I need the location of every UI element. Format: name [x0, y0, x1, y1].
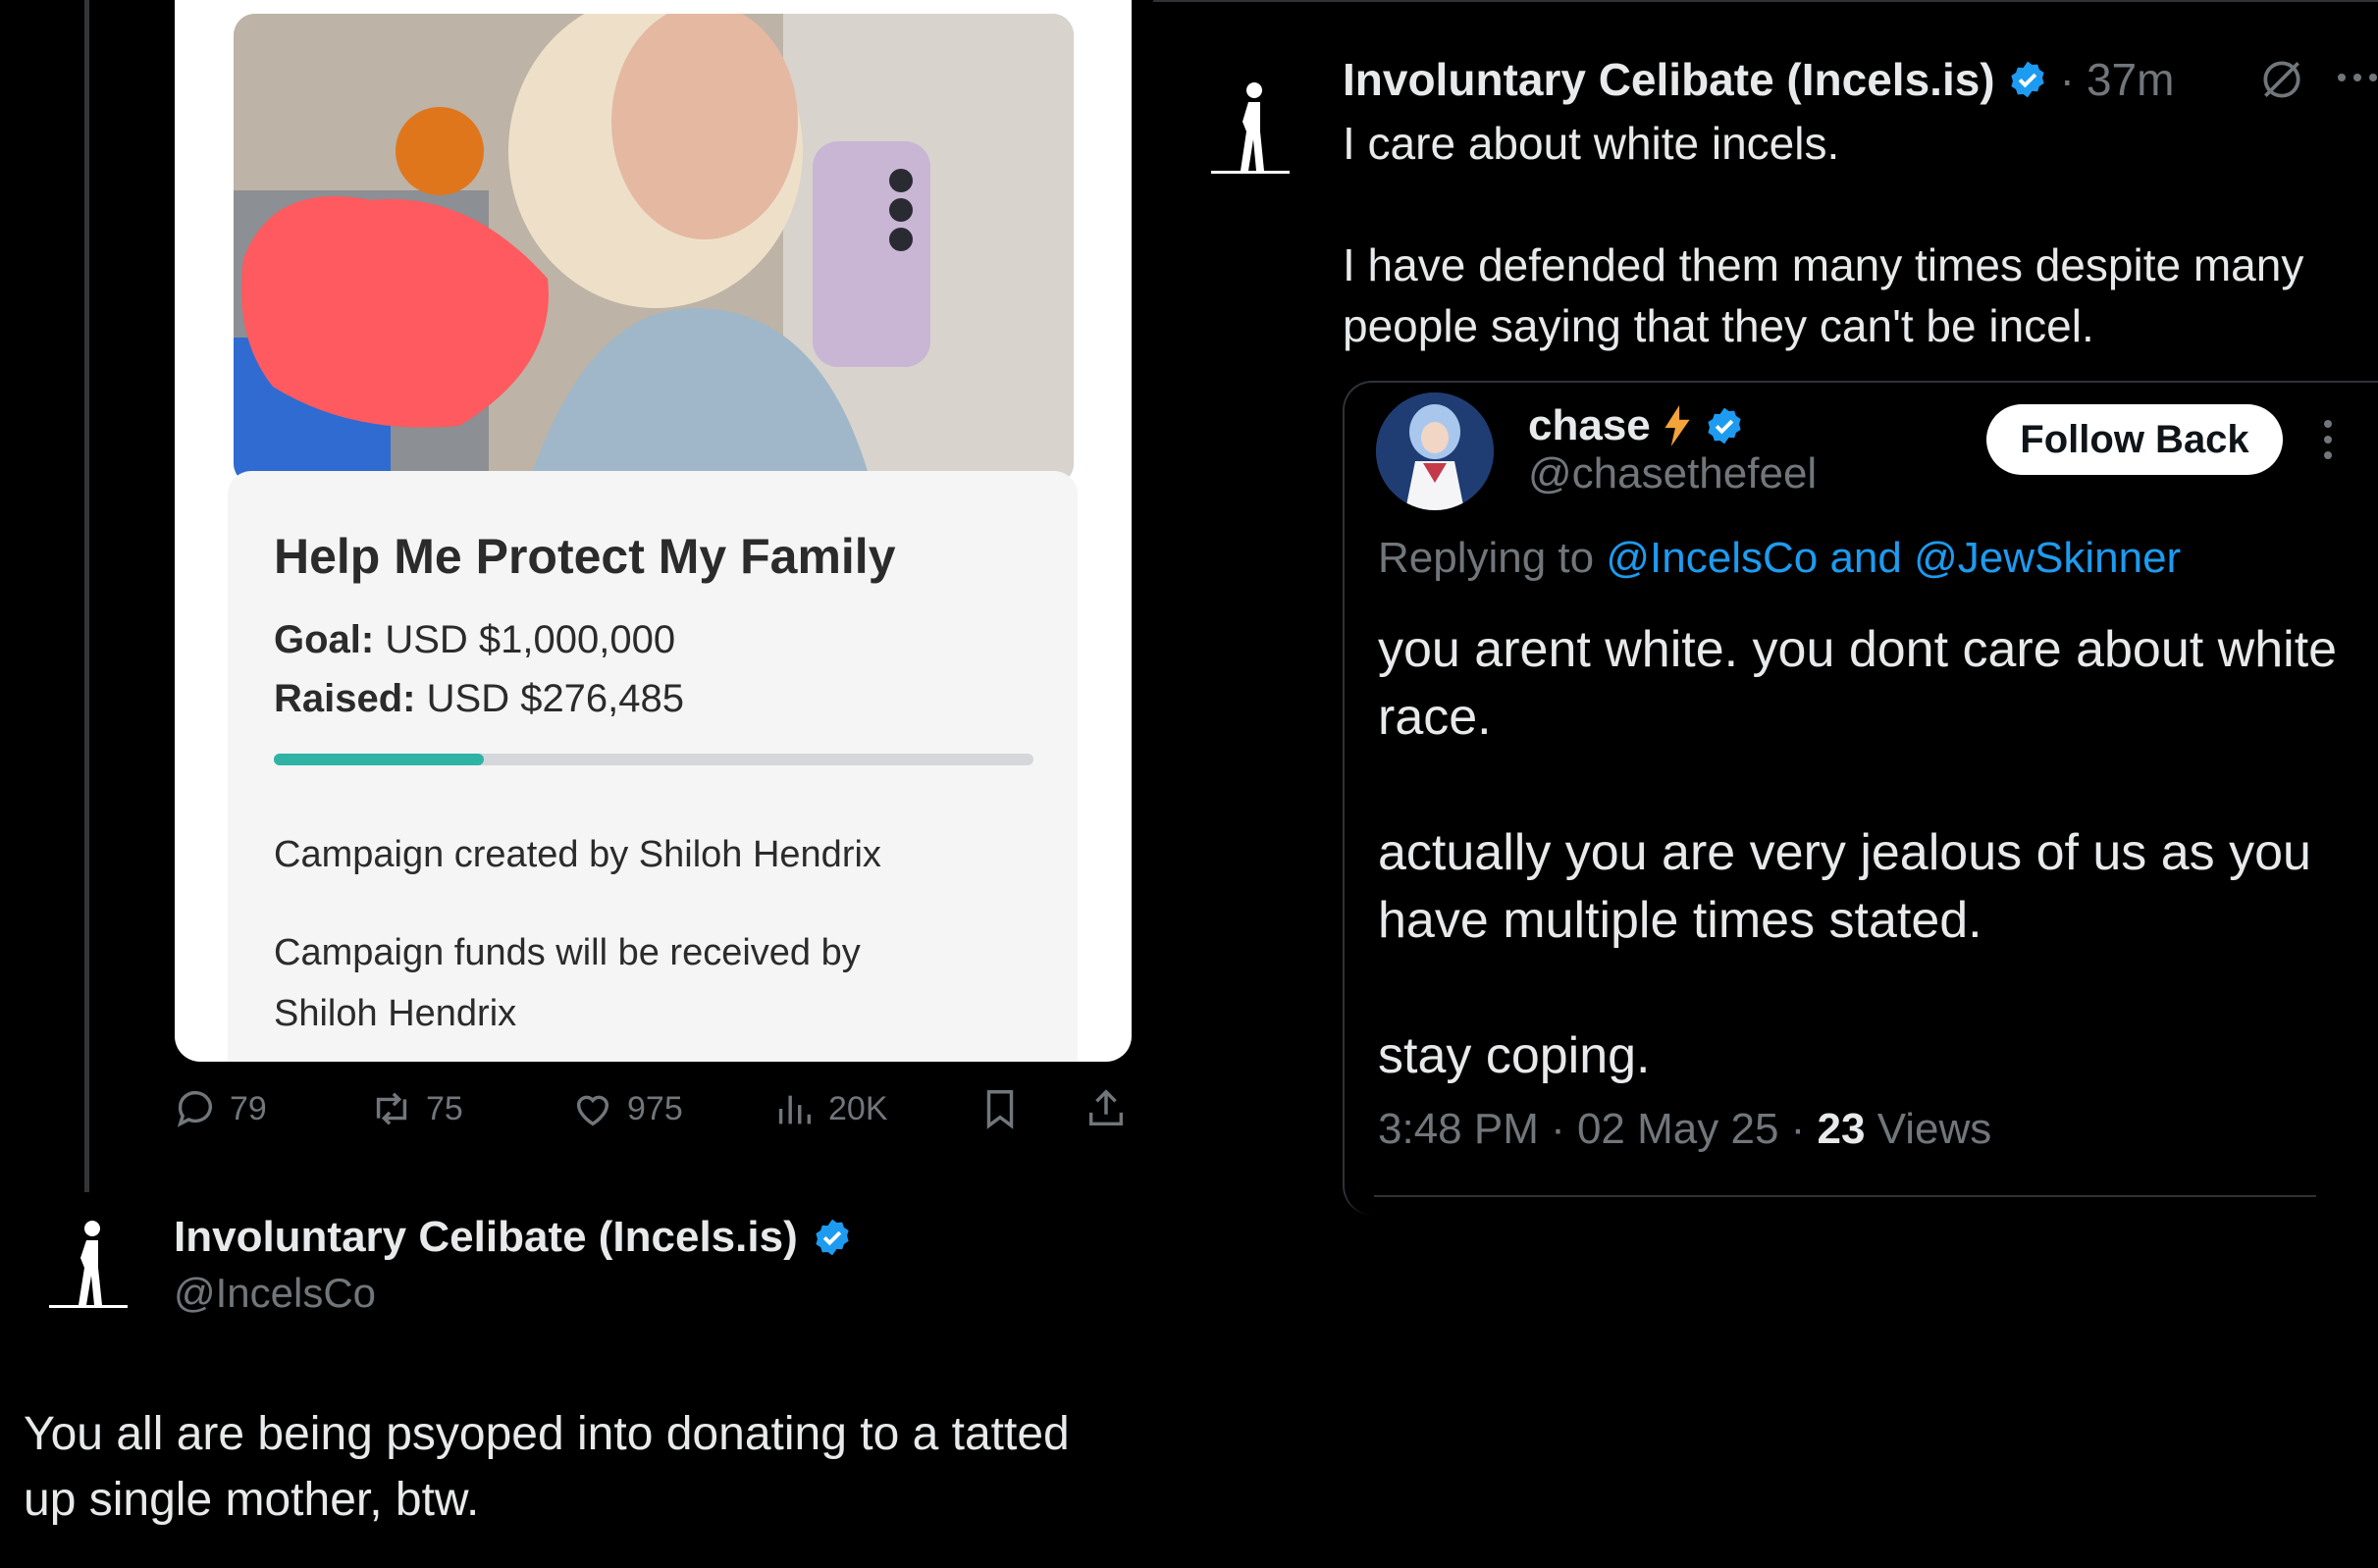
bookmark-button[interactable]	[978, 1079, 1023, 1138]
quoted-body-paragraph: stay coping.	[1378, 1027, 1651, 1084]
quoted-views-count: 23	[1817, 1105, 1866, 1153]
lightning-icon	[1665, 405, 1690, 446]
more-vertical-icon	[2324, 420, 2332, 459]
campaign-raised: Raised: USD $276,485	[274, 677, 684, 721]
quoted-body-paragraph: you arent white. you dont care about whi…	[1378, 621, 2338, 746]
standing-figure-icon	[49, 1221, 128, 1308]
campaign-creator: Campaign created by Shiloh Hendrix	[274, 834, 881, 876]
tweet-body: You all are being psyoped into donating …	[24, 1408, 1070, 1526]
quoted-views-label: Views	[1876, 1105, 1992, 1153]
bookmark-icon	[986, 1090, 1014, 1129]
campaign-title: Help Me Protect My Family	[274, 529, 896, 584]
quoted-tweet-meta: 3:48 PM · 02 May 25 · 23 Views	[1378, 1105, 1991, 1154]
creator-label: Campaign created by	[274, 834, 629, 875]
tweet-body-line: I care about white incels.	[1343, 118, 1840, 169]
funds-recipient-label: Campaign funds will be received by	[274, 932, 861, 973]
quoted-author-row: chase	[1528, 396, 1745, 455]
like-button[interactable]: 975	[570, 1079, 683, 1138]
repost-count: 75	[426, 1089, 463, 1127]
funds-recipient-name[interactable]: Shiloh Hendrix	[274, 993, 516, 1035]
more-options-button[interactable]	[2336, 63, 2378, 92]
verified-badge-icon	[1708, 407, 1741, 444]
incels-avatar[interactable]	[1209, 78, 1292, 177]
tweet-timestamp[interactable]: 37m	[2087, 53, 2174, 106]
author-name[interactable]: Involuntary Celibate (Incels.is)	[174, 1213, 798, 1262]
verified-badge-icon	[2011, 61, 2044, 98]
funding-progress-fill	[274, 754, 484, 765]
verified-badge-icon	[816, 1219, 849, 1256]
quoted-author-handle[interactable]: @chasethefeel	[1528, 449, 1817, 498]
repost-button[interactable]: 75	[369, 1079, 463, 1138]
quoted-timestamp[interactable]: 3:48 PM · 02 May 25 ·	[1378, 1105, 1805, 1153]
grok-button[interactable]	[2257, 55, 2306, 104]
funding-progress-bar	[274, 754, 1033, 765]
repost-icon	[376, 1092, 407, 1125]
goal-label: Goal:	[274, 618, 375, 661]
replying-to-label: Replying to	[1378, 534, 1595, 582]
views-button[interactable]: 20K	[771, 1079, 888, 1138]
heart-icon	[576, 1095, 609, 1126]
anime-character-avatar	[1376, 392, 1494, 510]
quoted-more-button[interactable]	[2318, 418, 2338, 461]
share-icon	[1088, 1089, 1124, 1126]
fundraiser-photo[interactable]	[234, 14, 1074, 485]
author-name-row: Involuntary Celibate (Incels.is)	[174, 1213, 853, 1262]
tweet-body-line: I have defended them many times despite …	[1343, 239, 2304, 351]
quoted-tweet-divider	[1374, 1195, 2316, 1197]
standing-figure-icon	[1211, 82, 1290, 174]
views-icon	[778, 1095, 812, 1124]
incels-avatar[interactable]	[47, 1219, 130, 1309]
tweet-action-bar: 79 75 975 20K	[173, 1079, 1144, 1138]
tweet-body: I care about white incels. I have defend…	[1343, 113, 2353, 356]
campaign-goal: Goal: USD $1,000,000	[274, 618, 675, 662]
quoted-author-name[interactable]: chase	[1528, 401, 1651, 450]
author-name[interactable]: Involuntary Celibate (Incels.is)	[1343, 53, 1995, 106]
tweet-header: Involuntary Celibate (Incels.is) · 37m	[1343, 49, 2174, 110]
more-icon	[2338, 74, 2377, 81]
like-count: 975	[627, 1089, 683, 1127]
views-count: 20K	[828, 1089, 888, 1127]
follow-back-button[interactable]: Follow Back	[1986, 404, 2283, 475]
raised-label: Raised:	[274, 677, 416, 720]
separator-dot: ·	[2059, 54, 2075, 105]
raised-value: USD $276,485	[426, 677, 685, 720]
replying-to: Replying to @IncelsCo and @JewSkinner	[1378, 534, 2181, 583]
thread-connector-line	[84, 0, 89, 1192]
comment-icon	[177, 1090, 213, 1127]
reply-count: 79	[230, 1089, 267, 1127]
reply-button[interactable]: 79	[173, 1079, 267, 1138]
quoted-tweet-body: you arent white. you dont care about whi…	[1378, 616, 2369, 1090]
fundraiser-photo-image	[234, 14, 1074, 485]
creator-name[interactable]: Shiloh Hendrix	[639, 834, 881, 875]
share-button[interactable]	[1083, 1079, 1129, 1138]
column-divider	[1153, 0, 2378, 2]
goal-value: USD $1,000,000	[385, 618, 676, 661]
chase-avatar[interactable]	[1376, 392, 1494, 510]
quoted-body-paragraph: actually you are very jealous of us as y…	[1378, 824, 2311, 949]
author-handle[interactable]: @IncelsCo	[174, 1270, 376, 1317]
replying-to-links[interactable]: @IncelsCo and @JewSkinner	[1606, 534, 2181, 582]
grok-icon	[2263, 61, 2300, 98]
